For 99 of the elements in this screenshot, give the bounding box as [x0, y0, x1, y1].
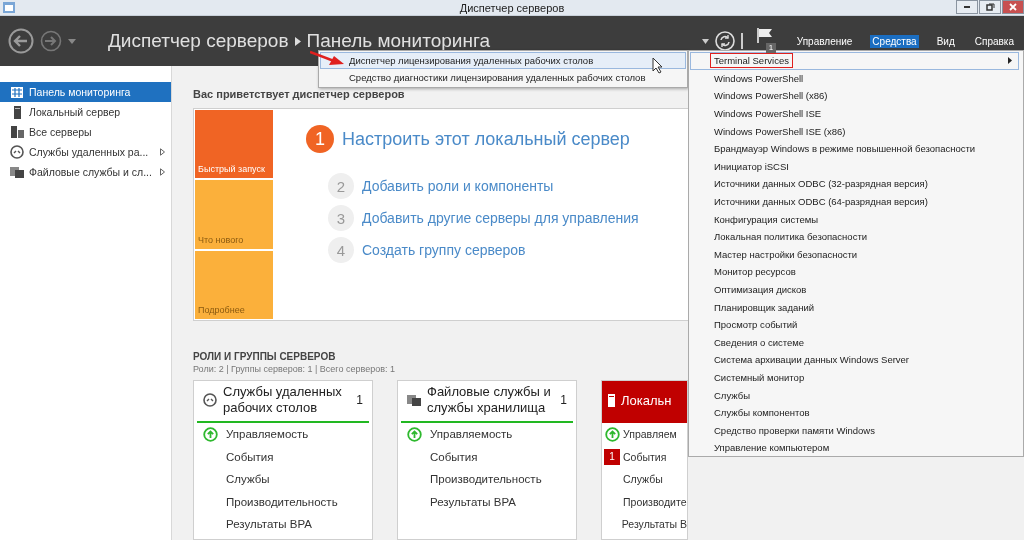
card-link[interactable]: Службы: [226, 473, 270, 486]
servers-icon: [10, 126, 24, 138]
menu-item[interactable]: Службы: [690, 386, 1019, 404]
card-title: Файловые службы и службы хранилища: [427, 383, 552, 416]
separator-icon: [740, 33, 743, 49]
menu-item[interactable]: Средство проверки памяти Windows: [690, 421, 1019, 440]
minimize-icon: [964, 6, 970, 8]
caret-icon[interactable]: [701, 38, 709, 44]
step-link[interactable]: Добавить роли и компоненты: [362, 178, 554, 194]
card-link[interactable]: Производительность: [430, 473, 542, 486]
menu-item[interactable]: Системный монитор: [690, 368, 1019, 387]
menu-item[interactable]: Средство диагностики лицензирования удаленных рабочих столов: [320, 69, 686, 86]
breadcrumb-arrow-icon: [294, 36, 301, 46]
menu-item[interactable]: Просмотр событий: [690, 315, 1019, 334]
notification-badge: 1: [765, 43, 777, 53]
remote-desktop-icon: [203, 392, 217, 407]
menu-item[interactable]: Локальная политика безопасности: [690, 227, 1019, 246]
expand-arrow-icon[interactable]: [160, 168, 165, 176]
card-link[interactable]: Производительность: [226, 495, 338, 508]
card-link[interactable]: Результаты BPA: [430, 495, 516, 508]
roles-summary: Роли: 2 | Группы серверов: 1 | Всего серверов: 1: [193, 364, 395, 374]
grid-icon: [11, 86, 23, 98]
step-number: 2: [328, 173, 354, 199]
step-number: 4: [328, 237, 354, 263]
card-title: Службы удаленных рабочих столов: [223, 383, 343, 416]
server-count: 1: [560, 392, 567, 407]
menu-item[interactable]: Планировщик заданий: [690, 298, 1019, 316]
restore-icon: [985, 3, 995, 11]
close-icon: [1009, 3, 1017, 11]
menu-item[interactable]: Windows PowerShell (x86): [690, 87, 1019, 105]
step-number: 3: [328, 205, 354, 231]
card-link[interactable]: Управляемость: [226, 428, 309, 441]
breadcrumb-item[interactable]: Диспетчер серверов: [108, 30, 289, 52]
card-link[interactable]: События: [430, 450, 478, 463]
alert-count: 1: [604, 448, 620, 465]
menu-item[interactable]: Управление компьютером: [690, 439, 1019, 457]
menu-item[interactable]: Оптимизация дисков: [690, 280, 1019, 299]
section-heading: Вас приветствует диспетчер серверов: [193, 88, 405, 100]
server-icon: [608, 394, 615, 407]
menu-item[interactable]: Монитор ресурсов: [690, 263, 1019, 281]
card-link[interactable]: Производите: [623, 495, 687, 508]
folders-icon: [407, 393, 421, 406]
app-icon: [3, 2, 15, 13]
role-card[interactable]: Локальн Управляем 1 События Службы Производите Результаты В: [601, 380, 688, 540]
menu-item[interactable]: Windows PowerShell: [690, 69, 1019, 88]
step-link[interactable]: Создать группу серверов: [362, 242, 526, 258]
breadcrumb-item[interactable]: Панель мониторинга: [306, 30, 490, 52]
card-link[interactable]: Управляем: [623, 428, 677, 441]
sidebar-item[interactable]: Все серверы: [0, 122, 171, 142]
minimize-button[interactable]: [956, 0, 978, 14]
server-count: 1: [356, 392, 363, 407]
role-card[interactable]: Службы удаленных рабочих столов 1 Управляемость События Службы Производительность Результаты BPA: [193, 380, 373, 540]
sidebar-item[interactable]: Файловые службы и сл...: [0, 162, 171, 182]
menu-item[interactable]: Windows PowerShell ISE: [690, 104, 1019, 123]
caret-icon[interactable]: [68, 38, 76, 44]
menu-item[interactable]: Инициатор iSCSI: [690, 157, 1019, 176]
menu-item[interactable]: Система архивации данных Windows Server: [690, 351, 1019, 369]
menu-item[interactable]: Конфигурация системы: [690, 210, 1019, 228]
back-icon[interactable]: [8, 28, 34, 54]
sidebar-item[interactable]: Службы удаленных ра...: [0, 142, 171, 162]
step-link[interactable]: Добавить другие серверы для управления: [362, 210, 639, 226]
menu-item[interactable]: Службы компонентов: [690, 403, 1019, 422]
flag-icon[interactable]: [756, 28, 773, 43]
expand-arrow-icon[interactable]: [160, 148, 165, 156]
section-heading: РОЛИ И ГРУППЫ СЕРВЕРОВ: [193, 351, 336, 362]
menu-item[interactable]: Мастер настройки безопасности: [690, 245, 1019, 264]
card-link[interactable]: Результаты BPA: [226, 518, 312, 531]
folders-icon: [10, 166, 24, 178]
close-button[interactable]: [1002, 0, 1024, 14]
restore-button[interactable]: [979, 0, 1001, 14]
menu-item[interactable]: Вид: [934, 34, 957, 48]
card-link[interactable]: Результаты В: [621, 518, 687, 531]
menu-item[interactable]: Сведения о системе: [690, 333, 1019, 352]
menu-item[interactable]: Источники данных ODBC (32-разрядная версия): [690, 175, 1019, 193]
server-icon: [13, 105, 21, 119]
menu-item[interactable]: Windows PowerShell ISE (x86): [690, 122, 1019, 140]
card-title: Локальн: [621, 392, 673, 409]
sidebar-item[interactable]: Локальный сервер: [0, 102, 171, 122]
step-number: 1: [306, 125, 334, 153]
menu-item[interactable]: Диспетчер лицензирования удаленных рабочих столов: [320, 52, 686, 69]
refresh-icon[interactable]: [714, 31, 735, 51]
sidebar-item[interactable]: Панель мониторинга: [0, 82, 171, 102]
menu-item[interactable]: Terminal Services: [690, 52, 1019, 70]
cursor-icon: [652, 57, 664, 74]
card-link[interactable]: События: [623, 450, 667, 463]
window-title: Диспетчер серверов: [459, 1, 565, 14]
remote-desktop-icon: [10, 145, 24, 159]
menu-item[interactable]: Управление: [794, 34, 855, 48]
submenu-arrow-icon: [1008, 57, 1012, 65]
card-link[interactable]: События: [226, 450, 274, 463]
pointer-arrow-icon: [310, 50, 344, 66]
card-link[interactable]: Службы: [623, 473, 663, 486]
menu-item[interactable]: Брандмауэр Windows в режиме повышенной безопасности: [690, 139, 1019, 158]
card-link[interactable]: Управляемость: [430, 428, 513, 441]
menu-item[interactable]: Источники данных ODBC (64-разрядная версия): [690, 192, 1019, 211]
menu-item[interactable]: Средства: [870, 34, 919, 48]
step-link[interactable]: Настроить этот локальный сервер: [342, 128, 630, 150]
forward-icon[interactable]: [40, 30, 62, 52]
menu-item[interactable]: Справка: [972, 34, 1016, 48]
